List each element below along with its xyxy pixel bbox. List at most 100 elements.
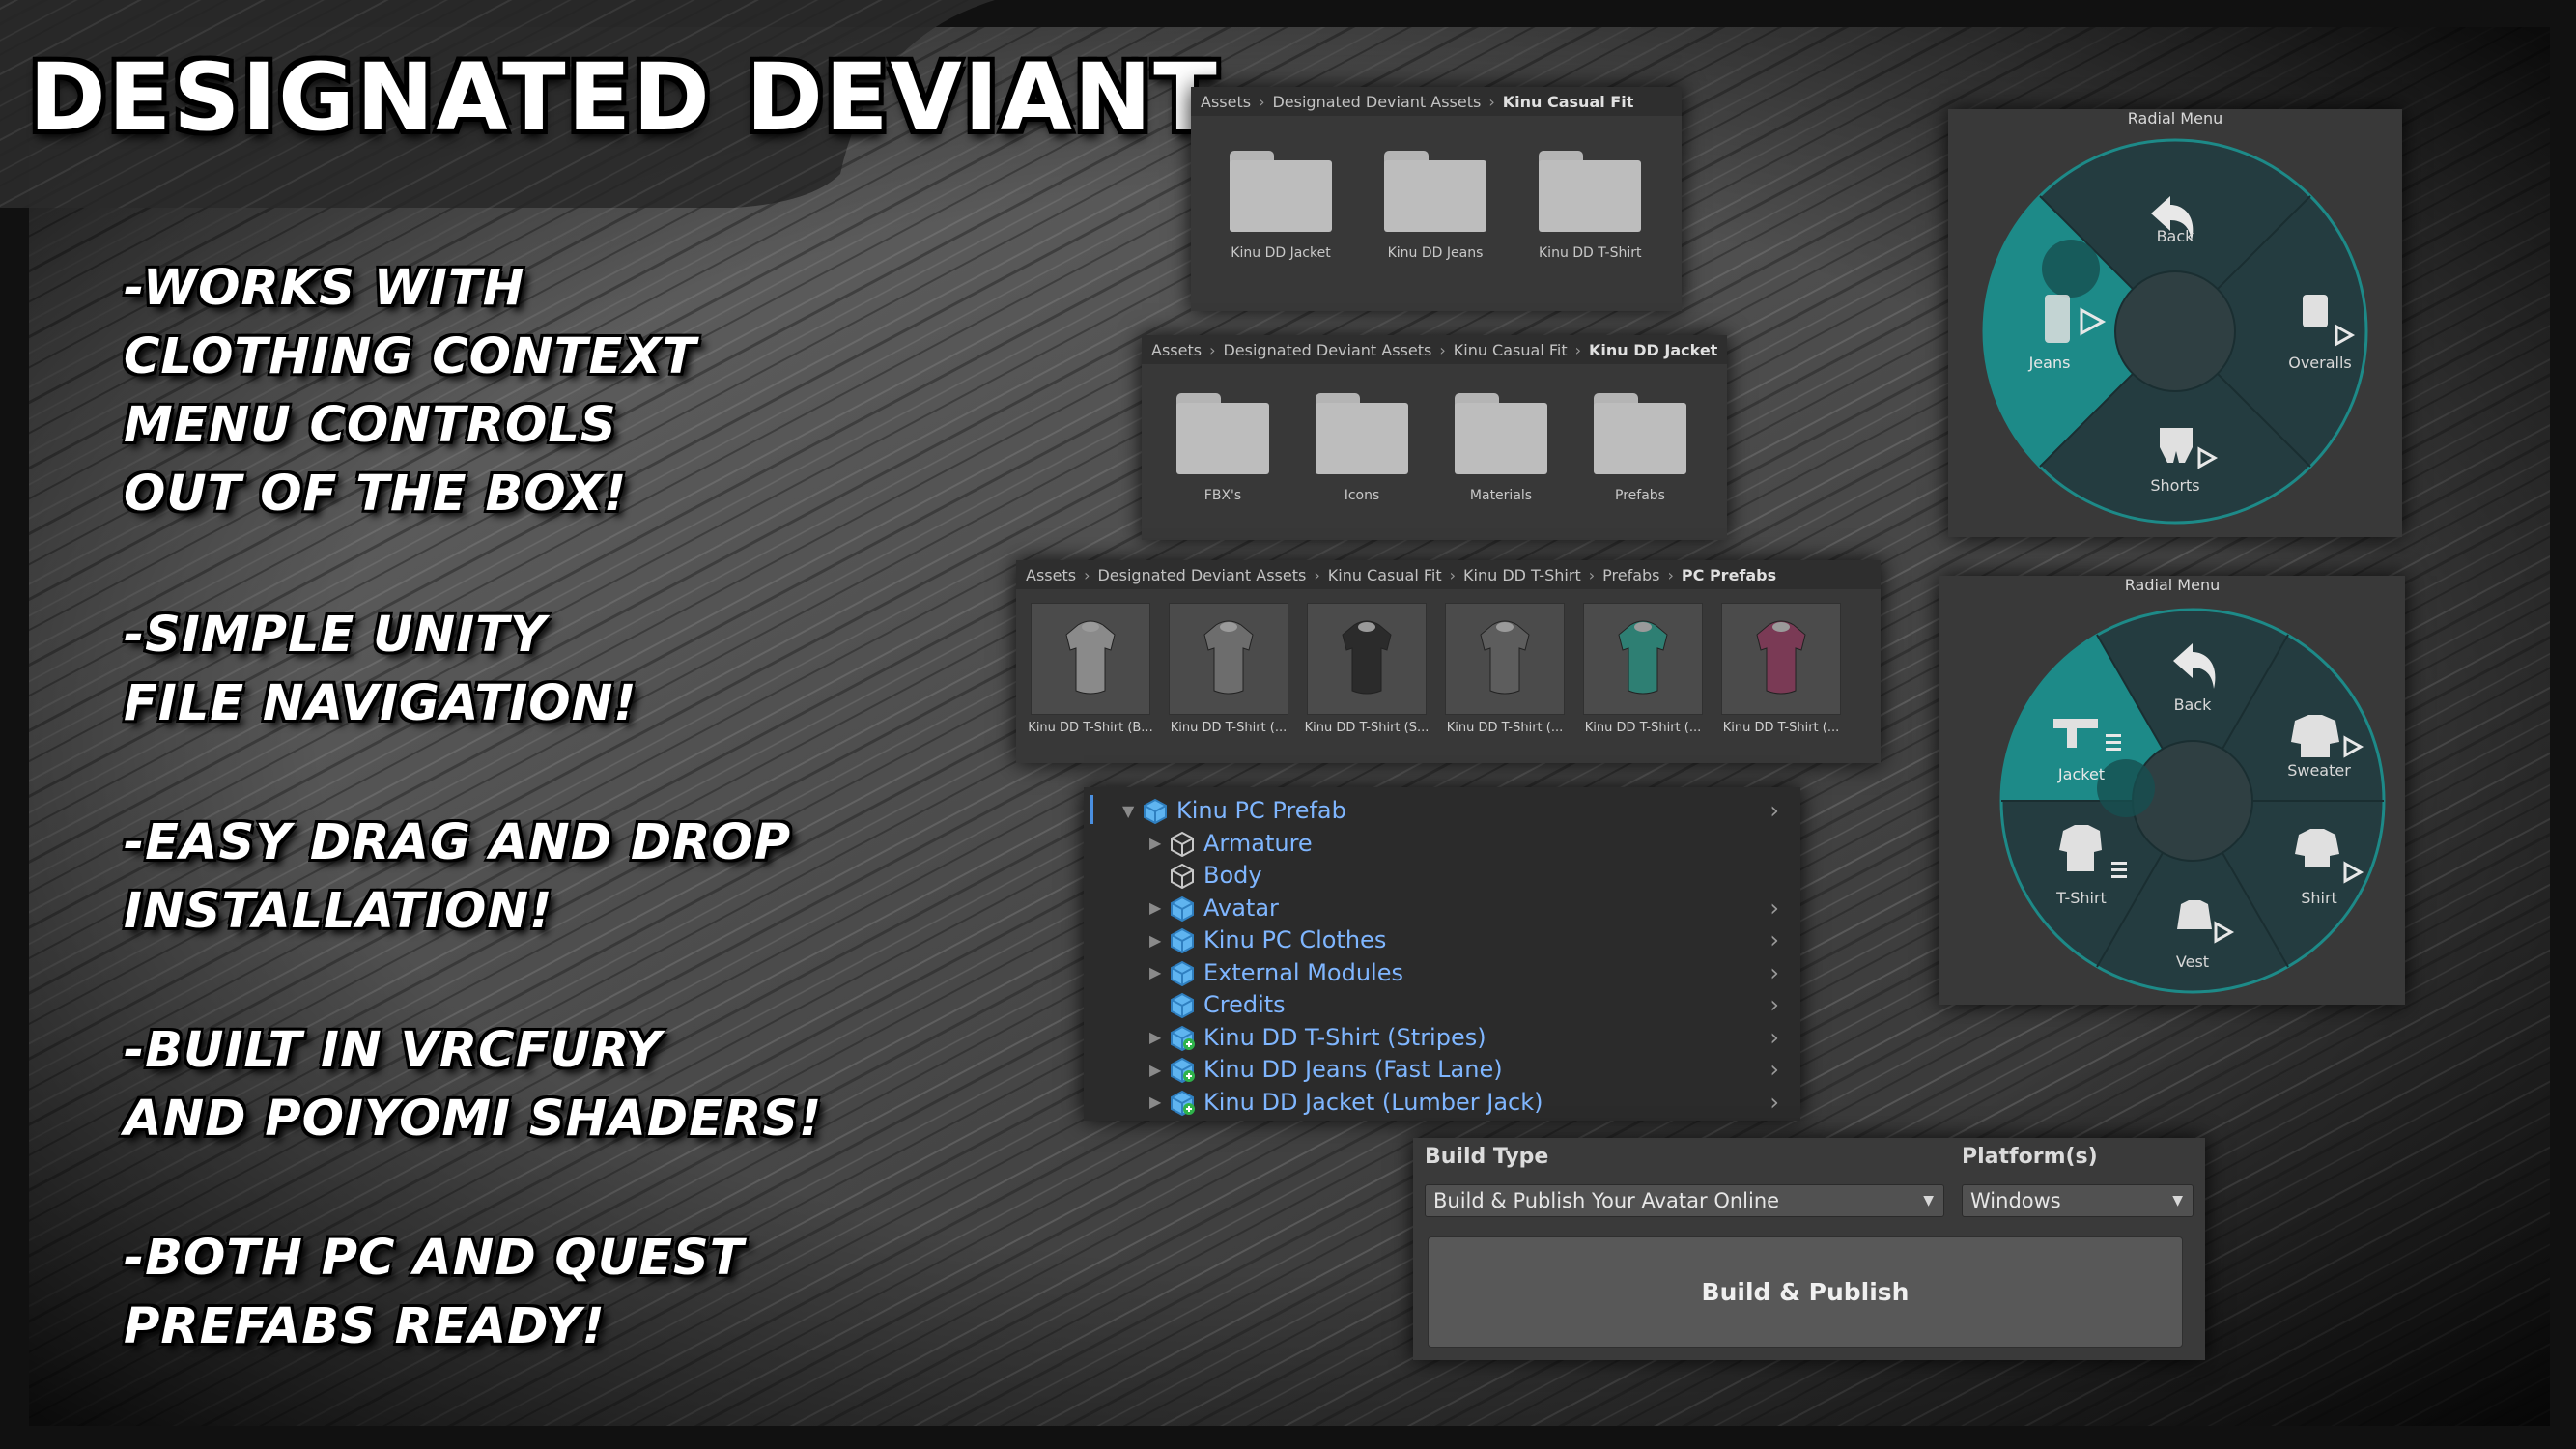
dropdown-caret-icon: ▼ — [2172, 1193, 2183, 1208]
breadcrumb-prefabs[interactable]: Prefabs — [1602, 566, 1659, 584]
folder-tshirt[interactable]: Kinu DD T-Shirt — [1539, 151, 1642, 261]
folder-label: Icons — [1344, 488, 1380, 503]
hierarchy-item[interactable]: Credits › — [1149, 989, 1789, 1020]
chevron-right-icon: › — [1259, 92, 1265, 111]
hierarchy-item[interactable]: ▶ Avatar › — [1149, 893, 1789, 923]
hierarchy-item[interactable]: ▶ External Modules › — [1149, 957, 1789, 988]
hierarchy-item[interactable]: ▶ Kinu PC Clothes › — [1149, 924, 1789, 955]
breadcrumb-current[interactable]: Kinu DD Jacket — [1589, 341, 1717, 359]
folder-jacket[interactable]: Kinu DD Jacket — [1230, 151, 1332, 261]
radial-item-shirt[interactable]: Shirt — [2266, 889, 2372, 907]
folder-icons[interactable]: Icons — [1316, 393, 1408, 503]
breadcrumb-assets[interactable]: Assets — [1026, 566, 1076, 584]
folder-icon — [1176, 393, 1269, 474]
chevron-right-icon[interactable]: › — [1769, 797, 1779, 824]
expand-right-icon[interactable]: ▶ — [1149, 931, 1169, 950]
breadcrumb-assets[interactable]: Assets — [1151, 341, 1202, 359]
prefab-thumbnail — [1721, 603, 1841, 715]
prefab-item[interactable]: Kinu DD T-Shirt (... — [1713, 603, 1850, 735]
hierarchy-item[interactable]: ▶ Kinu DD Jacket (Lumber Jack) › — [1149, 1087, 1789, 1118]
hierarchy-item[interactable]: ▶ Kinu DD Jeans (Fast Lane) › — [1149, 1054, 1789, 1085]
folder-fbx[interactable]: FBX's — [1176, 393, 1269, 503]
radial-item-overalls[interactable]: Overalls — [2272, 354, 2368, 372]
hierarchy-label: Kinu DD Jacket (Lumber Jack) — [1203, 1088, 1543, 1116]
hierarchy-item[interactable]: Body — [1149, 860, 1789, 891]
prefab-item[interactable]: Kinu DD T-Shirt (... — [1574, 603, 1712, 735]
radial-item-back[interactable]: Back — [1939, 696, 2446, 714]
hierarchy-item[interactable]: ▶ Armature — [1149, 828, 1789, 859]
folder-materials[interactable]: Materials — [1455, 393, 1547, 503]
hierarchy-item[interactable]: ▼ Kinu PC Prefab › — [1122, 795, 1789, 826]
folder-prefabs[interactable]: Prefabs — [1594, 393, 1686, 503]
prefab-cube-icon — [1169, 895, 1196, 922]
radial-item-shorts[interactable]: Shorts — [1948, 476, 2402, 495]
build-type-dropdown[interactable]: Build & Publish Your Avatar Online ▼ — [1425, 1184, 1944, 1217]
prefab-cube-icon — [1169, 959, 1196, 986]
folder-jeans[interactable]: Kinu DD Jeans — [1384, 151, 1486, 261]
project-browser-casual-fit: Assets › Designated Deviant Assets › Kinu … — [1191, 87, 1682, 311]
prefab-cube-icon — [1169, 1056, 1196, 1084]
prefab-item[interactable]: Kinu DD T-Shirt (S... — [1298, 603, 1435, 735]
hierarchy-label: Armature — [1203, 829, 1313, 857]
expand-right-icon[interactable]: ▶ — [1149, 1093, 1169, 1111]
radial-item-sweater[interactable]: Sweater — [2266, 761, 2372, 780]
build-publish-button[interactable]: Build & Publish — [1428, 1236, 2183, 1348]
breadcrumb-current[interactable]: Kinu Casual Fit — [1503, 93, 1634, 111]
expand-right-icon[interactable]: ▶ — [1149, 963, 1169, 981]
list-icon — [2106, 734, 2121, 737]
prefab-item[interactable]: Kinu DD T-Shirt (... — [1436, 603, 1573, 735]
prefab-cube-icon — [1169, 991, 1196, 1019]
hierarchy-item[interactable]: ▶ Kinu DD T-Shirt (Stripes) › — [1149, 1022, 1789, 1053]
breadcrumb-casual-fit[interactable]: Kinu Casual Fit — [1454, 341, 1568, 359]
prefab-item[interactable]: Kinu DD T-Shirt (B... — [1022, 603, 1159, 735]
chevron-right-icon: › — [1439, 340, 1446, 359]
tshirt-model-icon — [1342, 620, 1392, 695]
radial-item-tshirt[interactable]: T-Shirt — [2028, 889, 2135, 907]
prefab-cube-icon — [1169, 830, 1196, 857]
tshirt-model-icon — [1065, 620, 1116, 695]
platform-dropdown[interactable]: Windows ▼ — [1962, 1184, 2194, 1217]
prefab-cube-icon — [1169, 862, 1196, 890]
chevron-right-icon: › — [1449, 565, 1457, 584]
breadcrumb-dd-assets[interactable]: Designated Deviant Assets — [1272, 93, 1481, 111]
breadcrumb-dd-assets[interactable]: Designated Deviant Assets — [1097, 566, 1306, 584]
breadcrumb-dd-assets[interactable]: Designated Deviant Assets — [1223, 341, 1431, 359]
breadcrumb-current[interactable]: PC Prefabs — [1682, 566, 1776, 584]
radial-item-back[interactable]: Back — [1948, 227, 2402, 245]
expand-right-icon[interactable]: ▶ — [1149, 1028, 1169, 1046]
expand-right-icon[interactable]: ▶ — [1149, 898, 1169, 917]
chevron-right-icon: › — [1588, 565, 1596, 584]
hierarchy-label: Body — [1203, 862, 1262, 889]
chevron-right-icon[interactable]: › — [1769, 1056, 1779, 1083]
folder-label: Kinu DD Jacket — [1231, 245, 1331, 261]
expand-right-icon[interactable]: ▶ — [1149, 1061, 1169, 1079]
tshirt-model-icon — [1618, 620, 1668, 695]
radial-item-vest[interactable]: Vest — [1939, 952, 2446, 971]
prefab-item[interactable]: Kinu DD T-Shirt (... — [1160, 603, 1297, 735]
chevron-right-icon[interactable]: › — [1769, 926, 1779, 953]
breadcrumb: Assets › Designated Deviant Assets › Kinu … — [1142, 335, 1727, 364]
expand-down-icon[interactable]: ▼ — [1122, 802, 1142, 820]
chevron-right-icon[interactable]: › — [1769, 991, 1779, 1018]
expand-right-icon[interactable]: ▶ — [1149, 834, 1169, 852]
chevron-right-icon[interactable]: › — [1769, 959, 1779, 986]
breadcrumb: Assets › Designated Deviant Assets › Kinu … — [1191, 87, 1682, 116]
radial-item-jeans[interactable]: Jeans — [2001, 354, 2098, 372]
feature-clothing-context: -WORKS WITH CLOTHING CONTEXT MENU CONTROL… — [124, 260, 697, 523]
chevron-right-icon[interactable]: › — [1769, 1089, 1779, 1116]
selection-marker — [1090, 795, 1093, 824]
list-icon — [2111, 862, 2127, 865]
breadcrumb-assets[interactable]: Assets — [1201, 93, 1251, 111]
breadcrumb: Assets › Designated Deviant Assets › Kinu … — [1016, 560, 1881, 589]
prefab-cube-icon — [1169, 1089, 1196, 1116]
hierarchy-label: Kinu DD Jeans (Fast Lane) — [1203, 1056, 1503, 1083]
feature-file-navigation: -SIMPLE UNITY FILE NAVIGATION! — [124, 607, 637, 732]
chevron-right-icon[interactable]: › — [1769, 895, 1779, 922]
folder-icon — [1384, 151, 1486, 232]
build-type-label: Build Type — [1425, 1145, 1549, 1169]
breadcrumb-tshirt[interactable]: Kinu DD T-Shirt — [1463, 566, 1581, 584]
brand-logo: DESIGNATED DEVIANT — [29, 43, 1219, 152]
breadcrumb-casual-fit[interactable]: Kinu Casual Fit — [1328, 566, 1442, 584]
chevron-right-icon[interactable]: › — [1769, 1024, 1779, 1051]
radial-item-jacket[interactable]: Jacket — [2028, 765, 2135, 783]
